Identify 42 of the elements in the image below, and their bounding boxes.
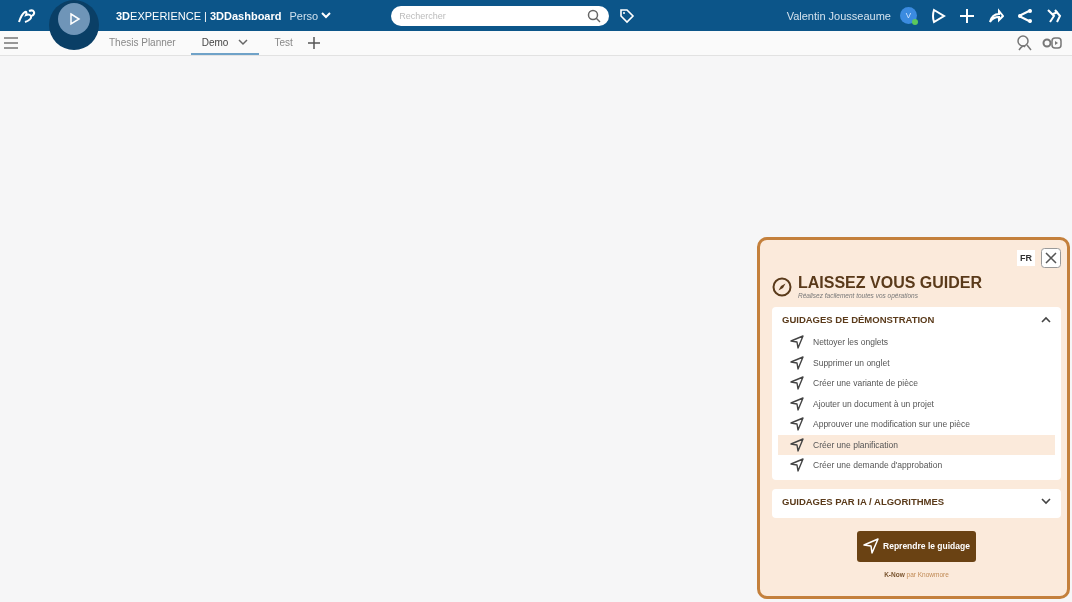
search-person-icon[interactable] xyxy=(1016,35,1032,51)
section-header[interactable]: GUIDAGES DE DÉMONSTRATION xyxy=(772,307,1061,332)
share-arrow-icon[interactable] xyxy=(988,7,1004,24)
guide-item[interactable]: Créer une planification xyxy=(778,434,1055,455)
guide-item[interactable]: Ajouter un document à un projet xyxy=(778,393,1055,414)
chevron-down-icon[interactable] xyxy=(238,38,249,46)
media-toggle-icon[interactable] xyxy=(1042,37,1062,49)
app-title: 3DEXPERIENCE | 3DDashboard xyxy=(116,9,282,22)
paper-plane-icon xyxy=(863,538,880,554)
guide-item[interactable]: Créer une variante de pièce xyxy=(778,373,1055,394)
guide-item[interactable]: Créer une demande d'approbation xyxy=(778,455,1055,476)
add-tab-icon[interactable] xyxy=(307,37,320,49)
panel-title: LAISSEZ VOUS GUIDER xyxy=(798,274,983,292)
dashboard-tab[interactable]: Test xyxy=(263,31,304,55)
chevron-down-icon xyxy=(1041,497,1051,505)
paper-plane-icon xyxy=(790,355,804,370)
paper-plane-icon xyxy=(790,335,804,350)
logo-icon[interactable] xyxy=(16,6,38,25)
menu-icon[interactable] xyxy=(4,37,18,49)
plus-icon[interactable] xyxy=(959,7,975,24)
guide-item[interactable]: Approuver une modification sur une pièce xyxy=(778,414,1055,435)
dashboard-tab[interactable]: Thesis Planner xyxy=(98,31,187,55)
paper-plane-icon xyxy=(790,417,804,432)
dashboard-dropdown[interactable]: Perso xyxy=(289,9,332,22)
section-header[interactable]: GUIDAGES PAR IA / ALGORITHMES xyxy=(772,488,1061,514)
paper-plane-icon xyxy=(790,437,804,452)
chevron-up-icon xyxy=(1041,316,1051,323)
dashboard-tab[interactable]: Demo xyxy=(190,31,260,55)
close-icon[interactable] xyxy=(1041,248,1061,268)
tag-icon[interactable] xyxy=(619,7,636,24)
paper-plane-icon xyxy=(790,458,804,473)
chevron-down-icon xyxy=(321,12,332,19)
user-name[interactable]: Valentin Jousseaume xyxy=(786,9,891,22)
guide-item[interactable]: Nettoyer les onglets xyxy=(778,332,1055,353)
paper-plane-icon xyxy=(790,396,804,411)
search-field[interactable]: Rechercher xyxy=(391,5,610,26)
network-icon[interactable] xyxy=(1017,7,1033,24)
guide-item[interactable]: Supprimer un onglet xyxy=(778,352,1055,373)
resume-guide-button[interactable]: Reprendre le guidage xyxy=(857,530,976,562)
language-label[interactable]: FR xyxy=(1017,250,1035,266)
search-icon[interactable] xyxy=(587,8,602,23)
paper-plane-icon xyxy=(790,376,804,391)
